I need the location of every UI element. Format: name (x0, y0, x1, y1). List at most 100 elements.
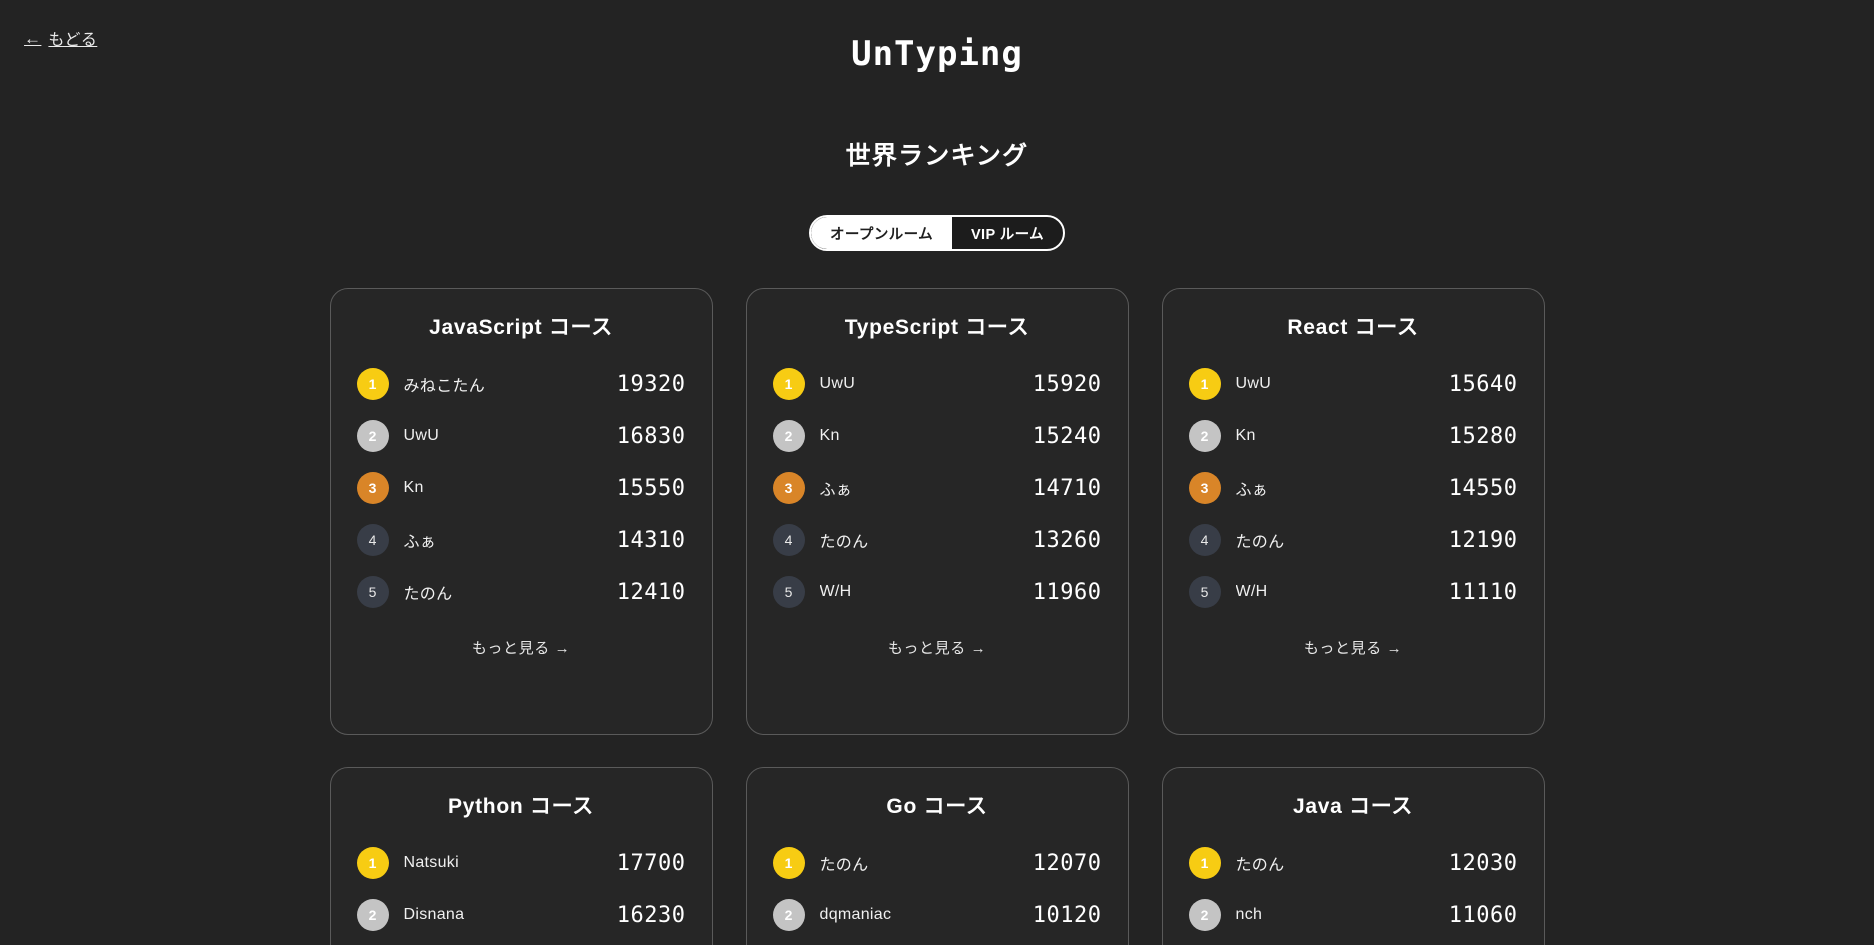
rank-row[interactable]: 5 W/H 11110 (1187, 571, 1520, 613)
rank-score: 16830 (617, 424, 686, 449)
course-card-title: Go コース (771, 790, 1104, 820)
rank-badge: 4 (773, 524, 805, 556)
rank-player-name: たのん (1236, 528, 1434, 552)
course-card: Python コース1Natsuki177002Disnana16230 (330, 767, 713, 945)
rank-badge: 1 (357, 847, 389, 879)
rank-row[interactable]: 1 Natsuki 17700 (355, 842, 688, 884)
rank-score: 12410 (617, 580, 686, 605)
rank-row[interactable]: 5 W/H 11960 (771, 571, 1104, 613)
room-toggle-wrap: オープンルームVIP ルーム (0, 215, 1874, 251)
back-link[interactable]: ← もどる (24, 26, 97, 50)
rank-player-name: Disnana (404, 906, 602, 924)
rank-list: 1たのん120302nch11060 (1187, 842, 1520, 936)
rank-player-name: たのん (404, 580, 602, 604)
rank-score: 12070 (1033, 851, 1102, 876)
rank-score: 13260 (1033, 528, 1102, 553)
rank-row[interactable]: 4たのん13260 (771, 519, 1104, 561)
rank-list: 1みねこたん193202UwU168303Kn155504ふぁ143105たのん… (355, 363, 688, 613)
rank-list: 1UwU156402Kn152803ふぁ145504たのん121905W/H11… (1187, 363, 1520, 613)
course-card-title: TypeScript コース (771, 311, 1104, 341)
room-toggle-option-0[interactable]: オープンルーム (811, 217, 952, 249)
room-toggle[interactable]: オープンルームVIP ルーム (809, 215, 1065, 251)
rank-player-name: W/H (820, 583, 1018, 601)
app-title: UnTyping (0, 34, 1874, 74)
rank-player-name: UwU (404, 427, 602, 445)
rank-row[interactable]: 1たのん12030 (1187, 842, 1520, 884)
rank-row[interactable]: 2 UwU 16830 (355, 415, 688, 457)
rank-score: 15920 (1033, 372, 1102, 397)
rank-row[interactable]: 1UwU15640 (1187, 363, 1520, 405)
course-card: Java コース1たのん120302nch11060 (1162, 767, 1545, 945)
rank-score: 16230 (617, 903, 686, 928)
rank-player-name: ふぁ (820, 476, 1018, 500)
rank-score: 11960 (1033, 580, 1102, 605)
rank-player-name: みねこたん (404, 372, 602, 396)
rank-score: 15240 (1033, 424, 1102, 449)
rank-score: 11060 (1449, 903, 1518, 928)
rank-badge: 2 (357, 420, 389, 452)
rank-player-name: UwU (820, 375, 1018, 393)
rank-player-name: W/H (1236, 583, 1434, 601)
rank-badge: 2 (773, 420, 805, 452)
rank-badge: 4 (357, 524, 389, 556)
rank-row[interactable]: 3ふぁ14550 (1187, 467, 1520, 509)
rank-player-name: nch (1236, 906, 1434, 924)
rank-row[interactable]: 3 ふぁ 14710 (771, 467, 1104, 509)
rank-list: 1UwU159202Kn152403ふぁ147104たのん132605W/H11… (771, 363, 1104, 613)
rank-badge: 1 (357, 368, 389, 400)
rank-score: 10120 (1033, 903, 1102, 928)
rank-badge: 3 (357, 472, 389, 504)
rank-row[interactable]: 4ふぁ14310 (355, 519, 688, 561)
rank-player-name: ふぁ (1236, 476, 1434, 500)
rank-score: 11110 (1449, 580, 1518, 605)
rank-score: 12030 (1449, 851, 1518, 876)
rank-score: 15550 (617, 476, 686, 501)
rank-badge: 1 (1189, 368, 1221, 400)
back-link-label: もどる (48, 26, 97, 50)
rank-row[interactable]: 3 Kn 15550 (355, 467, 688, 509)
rank-score: 15280 (1449, 424, 1518, 449)
rank-player-name: Kn (1236, 427, 1434, 445)
course-card: React コース1UwU156402Kn152803ふぁ145504たのん12… (1162, 288, 1545, 735)
rank-badge: 1 (1189, 847, 1221, 879)
rank-badge: 2 (773, 899, 805, 931)
rank-badge: 4 (1189, 524, 1221, 556)
rank-row[interactable]: 5 たのん 12410 (355, 571, 688, 613)
show-more-link[interactable]: もっと見る → (1187, 637, 1520, 658)
rank-player-name: Kn (820, 427, 1018, 445)
rank-row[interactable]: 4 たのん 12190 (1187, 519, 1520, 561)
rank-row[interactable]: 2 Kn 15280 (1187, 415, 1520, 457)
ranking-page: ← もどる UnTyping 世界ランキング オープンルームVIP ルーム Ja… (0, 0, 1874, 945)
rank-row[interactable]: 1みねこたん19320 (355, 363, 688, 405)
rank-badge: 3 (773, 472, 805, 504)
rank-badge: 2 (1189, 420, 1221, 452)
rank-player-name: Kn (404, 479, 602, 497)
course-card: JavaScript コース1みねこたん193202UwU168303Kn155… (330, 288, 713, 735)
rank-badge: 5 (1189, 576, 1221, 608)
rank-row[interactable]: 2Disnana16230 (355, 894, 688, 936)
rank-badge: 1 (773, 847, 805, 879)
course-card: TypeScript コース1UwU159202Kn152403ふぁ147104… (746, 288, 1129, 735)
rank-row[interactable]: 2 Kn 15240 (771, 415, 1104, 457)
rank-row[interactable]: 1UwU15920 (771, 363, 1104, 405)
back-arrow-icon: ← (24, 30, 41, 47)
rank-row[interactable]: 1 たのん 12070 (771, 842, 1104, 884)
rank-score: 14710 (1033, 476, 1102, 501)
rank-row[interactable]: 2dqmaniac10120 (771, 894, 1104, 936)
course-cards-grid: JavaScript コース1みねこたん193202UwU168303Kn155… (0, 288, 1874, 945)
rank-score: 12190 (1449, 528, 1518, 553)
rank-score: 17700 (617, 851, 686, 876)
room-toggle-option-1[interactable]: VIP ルーム (952, 217, 1063, 249)
rank-player-name: Natsuki (404, 854, 602, 872)
show-more-link[interactable]: もっと見る → (355, 637, 688, 658)
rank-badge: 3 (1189, 472, 1221, 504)
page-title: 世界ランキング (0, 136, 1874, 172)
show-more-link[interactable]: もっと見る → (771, 637, 1104, 658)
rank-row[interactable]: 2nch11060 (1187, 894, 1520, 936)
course-card-title: Python コース (355, 790, 688, 820)
rank-badge: 5 (357, 576, 389, 608)
rank-badge: 5 (773, 576, 805, 608)
rank-player-name: ふぁ (404, 528, 602, 552)
rank-player-name: たのん (820, 851, 1018, 875)
course-card-title: React コース (1187, 311, 1520, 341)
